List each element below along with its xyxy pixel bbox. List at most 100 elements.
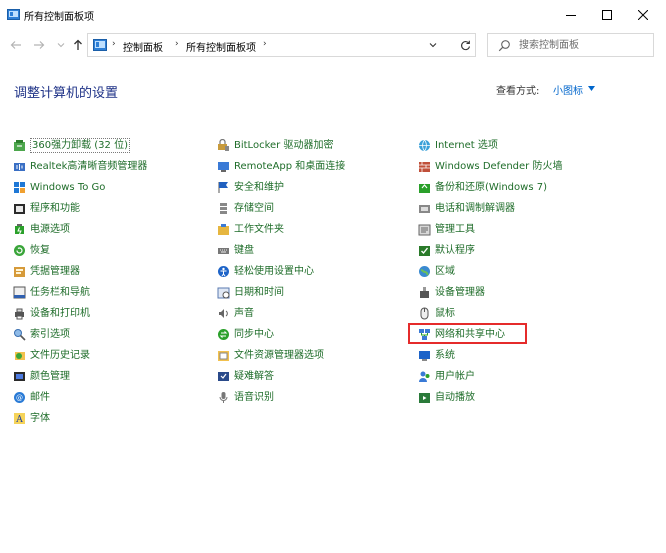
item-device-manager[interactable]: 设备管理器 [418,283,485,301]
system-icon [419,350,430,361]
minimize-icon [566,15,576,16]
item-uninstaller[interactable]: 360强力卸载 (32 位) [13,136,130,154]
item-label: 用户帐户 [435,370,475,382]
storage-spaces-icon [220,202,227,214]
maximize-button[interactable] [589,0,625,30]
item-label: 语音识别 [234,391,274,403]
item-label: 系统 [435,349,455,361]
back-button[interactable] [8,37,24,53]
caret-down-icon[interactable] [588,86,595,91]
forward-button[interactable] [31,37,47,53]
user-accounts-icon [419,371,430,382]
window-title: 所有控制面板项 [24,12,94,23]
close-button[interactable] [625,0,661,30]
item-label: 管理工具 [435,223,475,235]
explorer-options-icon [218,350,229,361]
item-programs-features[interactable]: 程序和功能 [13,199,80,217]
item-autoplay[interactable]: 自动播放 [418,388,475,406]
recent-locations-button[interactable] [53,37,69,53]
item-speech-recognition[interactable]: 语音识别 [217,388,274,406]
item-label: 默认程序 [435,244,475,256]
item-credential-manager[interactable]: 凭据管理器 [13,262,80,280]
realtek-audio-icon [14,162,25,171]
remoteapp-icon [218,161,229,172]
item-label: 程序和功能 [30,202,80,214]
firewall-icon [419,161,430,172]
item-internet-options[interactable]: Internet 选项 [418,136,498,154]
item-label: 电话和调制解调器 [435,202,515,214]
devices-printers-icon [15,308,24,319]
item-label: Internet 选项 [435,139,498,151]
item-remoteapp[interactable]: RemoteApp 和桌面连接 [217,157,345,175]
item-windows-to-go[interactable]: Windows To Go [13,178,105,196]
item-power-options[interactable]: 电源选项 [13,220,70,238]
item-phone-modem[interactable]: 电话和调制解调器 [418,199,515,217]
item-sound[interactable]: 声音 [217,304,254,322]
search-input[interactable] [519,38,649,53]
control-panel-icon [7,9,20,20]
item-recovery[interactable]: 恢复 [13,241,50,259]
item-taskbar[interactable]: 任务栏和导航 [13,283,90,301]
item-work-folders[interactable]: 工作文件夹 [217,220,284,238]
refresh-icon [460,40,470,50]
item-label: 邮件 [30,391,50,403]
back-arrow-icon [10,41,21,49]
breadcrumb-all-items[interactable]: 所有控制面板项 [186,39,256,54]
backup-restore-icon [419,183,430,193]
item-file-history[interactable]: 文件历史记录 [13,346,90,364]
admin-tools-icon [418,224,431,235]
item-label: 键盘 [234,244,254,256]
item-storage-spaces[interactable]: 存储空间 [217,199,274,217]
item-mouse[interactable]: 鼠标 [418,304,455,322]
item-bitlocker[interactable]: BitLocker 驱动器加密 [217,136,333,154]
item-default-programs[interactable]: 默认程序 [418,241,475,259]
refresh-button[interactable] [453,33,477,57]
item-color-management[interactable]: 颜色管理 [13,367,70,385]
item-fonts[interactable]: A 字体 [13,409,50,427]
minimize-button[interactable] [553,0,589,30]
view-by-label: 查看方式: [496,86,540,97]
file-history-icon [15,351,25,360]
item-label: 电源选项 [30,223,70,235]
power-options-icon [15,223,24,234]
breadcrumb-control-panel[interactable]: 控制面板 [123,39,163,54]
item-explorer-options[interactable]: 文件资源管理器选项 [217,346,324,364]
item-firewall[interactable]: Windows Defender 防火墙 [418,157,562,175]
item-label: 声音 [234,307,254,319]
page-title: 调整计算机的设置 [14,86,119,101]
item-devices-printers[interactable]: 设备和打印机 [13,304,90,322]
date-time-icon [217,287,230,298]
item-date-time[interactable]: 日期和时间 [217,283,284,301]
address-bar[interactable]: › 控制面板 › 所有控制面板项 › [87,33,476,57]
item-troubleshooting[interactable]: 疑难解答 [217,367,274,385]
item-label: 设备和打印机 [30,307,90,319]
speech-recognition-icon [219,391,228,403]
item-label: 鼠标 [435,307,455,319]
item-mail[interactable]: @ 邮件 [13,388,50,406]
item-region[interactable]: 区域 [418,262,455,280]
item-indexing-options[interactable]: 索引选项 [13,325,70,343]
item-label: BitLocker 驱动器加密 [234,139,334,151]
item-security-maintenance[interactable]: 安全和维护 [217,178,284,196]
item-label: Windows Defender 防火墙 [435,160,563,172]
item-user-accounts[interactable]: 用户帐户 [418,367,475,385]
address-dropdown-button[interactable] [426,38,440,52]
item-sync-center[interactable]: 同步中心 [217,325,274,343]
item-label: 文件资源管理器选项 [234,349,324,361]
item-label: 同步中心 [234,328,274,340]
item-label: 任务栏和导航 [30,286,90,298]
item-backup-restore[interactable]: 备份和还原(Windows 7) [418,178,547,196]
search-icon [498,40,510,52]
fonts-icon: A [14,412,25,425]
uninstaller-icon [14,139,25,151]
item-admin-tools[interactable]: 管理工具 [418,220,475,238]
search-box[interactable] [487,33,654,57]
view-by-dropdown[interactable]: 小图标 [553,82,583,97]
item-label: 凭据管理器 [30,265,80,277]
item-ease-of-access[interactable]: 轻松使用设置中心 [217,262,314,280]
item-realtek-audio[interactable]: Realtek高清晰音频管理器 [13,157,147,175]
credential-manager-icon [14,266,25,277]
up-button[interactable] [70,37,86,53]
item-keyboard[interactable]: 键盘 [217,241,254,259]
item-system[interactable]: 系统 [418,346,455,364]
